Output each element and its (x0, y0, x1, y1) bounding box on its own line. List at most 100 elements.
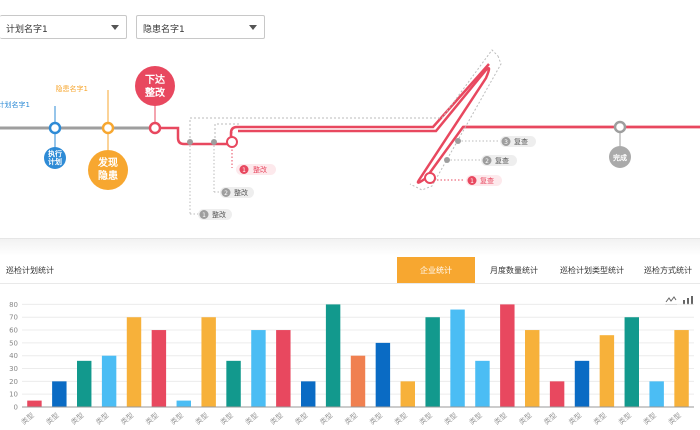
bar[interactable] (325, 304, 341, 407)
branch-label: 整改 (234, 188, 248, 197)
node-discover-marker[interactable] (101, 121, 115, 135)
bar[interactable] (500, 304, 515, 407)
x-tick-label: 类型 (293, 411, 310, 427)
hazard-name-label: 隐患名字1 (56, 84, 88, 93)
branch-marker-active[interactable] (226, 136, 238, 148)
node-discover-label-2: 隐患 (98, 169, 118, 182)
node-discover-label-1: 发现 (97, 156, 118, 169)
x-tick-label: 类型 (393, 411, 410, 427)
y-tick-label: 50 (9, 339, 18, 347)
y-tick-label: 40 (9, 352, 18, 360)
tab-plan-type-stats[interactable]: 巡检计划类型统计 (552, 257, 632, 283)
branch-number: 1 (202, 212, 206, 219)
x-tick-label: 类型 (268, 411, 285, 427)
y-tick-label: 20 (9, 378, 18, 386)
x-tick-label: 类型 (641, 411, 658, 427)
y-tick-label: 10 (9, 391, 18, 399)
branch-number: 3 (504, 139, 508, 146)
node-complete-marker[interactable] (613, 120, 627, 134)
x-tick-label: 类型 (617, 411, 634, 427)
x-tick-label: 类型 (517, 411, 534, 427)
bar[interactable] (52, 381, 67, 407)
y-tick-label: 70 (9, 314, 18, 322)
branch-dot (211, 139, 217, 145)
node-discover-bubble[interactable] (88, 150, 128, 190)
node-issue-label-1: 下达 (145, 73, 165, 86)
branch-number: 2 (485, 158, 489, 165)
branch-dot (455, 138, 461, 144)
bar[interactable] (549, 381, 565, 407)
x-tick-label: 类型 (94, 411, 111, 427)
bar[interactable] (425, 317, 440, 407)
branch-badge[interactable]: 2 复查 (481, 155, 517, 166)
bar[interactable] (77, 360, 92, 407)
branch-badge[interactable]: 1 复查 (466, 175, 502, 186)
bar[interactable] (599, 335, 615, 407)
line-chart-icon[interactable] (665, 295, 677, 305)
branch-label: 复查 (480, 176, 494, 185)
bar[interactable] (301, 381, 316, 407)
branch-label: 复查 (495, 156, 509, 165)
bar[interactable] (475, 360, 490, 407)
y-tick-label: 60 (9, 327, 18, 335)
x-tick-label: 类型 (368, 411, 385, 427)
branch-number: 1 (470, 178, 474, 185)
bar[interactable] (525, 330, 540, 407)
node-complete-label: 完成 (613, 153, 627, 162)
tab-method-stats[interactable]: 巡检方式统计 (636, 257, 700, 283)
branch-marker-active[interactable] (424, 172, 436, 184)
bar[interactable] (649, 381, 664, 407)
bar[interactable] (101, 355, 117, 407)
bar[interactable] (276, 330, 291, 407)
node-execute-label-2: 计划 (48, 157, 62, 166)
x-tick-label: 类型 (169, 411, 186, 427)
bar[interactable] (450, 309, 465, 407)
tab-enterprise-stats[interactable]: 企业统计 (397, 257, 475, 283)
x-tick-label: 类型 (592, 411, 609, 427)
x-tick-label: 类型 (144, 411, 161, 427)
x-tick-label: 类型 (243, 411, 260, 427)
x-tick-label: 类型 (442, 411, 459, 427)
node-execute-marker[interactable] (48, 121, 62, 135)
bar[interactable] (350, 355, 366, 407)
y-tick-label: 80 (9, 301, 18, 309)
bar-chart-icon[interactable] (682, 295, 694, 305)
branch-badge[interactable]: 1 整改 (198, 209, 232, 220)
bar[interactable] (375, 342, 391, 407)
bar[interactable] (201, 317, 216, 407)
node-issue-bubble[interactable] (135, 66, 175, 106)
branch-badge[interactable]: 2 整改 (220, 187, 254, 198)
tabbar-underline (0, 283, 700, 284)
stats-tabbar: 巡检计划统计 企业统计 月度数量统计 巡检计划类型统计 巡检方式统计 (0, 257, 700, 283)
tab-monthly-stats[interactable]: 月度数量统计 (480, 257, 548, 283)
node-issue-marker[interactable] (148, 121, 162, 135)
x-tick-label: 类型 (119, 411, 136, 427)
x-tick-label: 类型 (44, 411, 61, 427)
x-tick-label: 类型 (666, 411, 683, 427)
branch-badge[interactable]: 3 复查 (500, 136, 536, 147)
branch-badge[interactable]: 1 整改 (236, 164, 276, 175)
bar[interactable] (400, 381, 415, 407)
x-tick-label: 类型 (567, 411, 584, 427)
node-execute-label-1: 执行 (48, 149, 62, 158)
x-tick-label: 类型 (193, 411, 210, 427)
bar[interactable] (624, 317, 639, 407)
bar[interactable] (574, 360, 590, 407)
plan-name-label: 计划名字1 (0, 100, 30, 109)
bar[interactable] (126, 317, 142, 407)
x-tick-label: 类型 (492, 411, 509, 427)
x-tick-label: 类型 (343, 411, 360, 427)
bar[interactable] (226, 360, 241, 407)
bar[interactable] (251, 330, 266, 407)
bar[interactable] (27, 400, 42, 407)
stats-title: 巡检计划统计 (6, 266, 54, 275)
bar[interactable] (176, 400, 191, 407)
bar[interactable] (674, 330, 689, 407)
branch-label: 整改 (253, 165, 267, 174)
x-tick-label: 类型 (218, 411, 235, 427)
node-issue-label-2: 整改 (144, 86, 166, 99)
section-divider (0, 238, 700, 256)
x-tick-label: 类型 (19, 411, 36, 427)
bar[interactable] (151, 330, 167, 407)
branch-dot (444, 157, 450, 163)
